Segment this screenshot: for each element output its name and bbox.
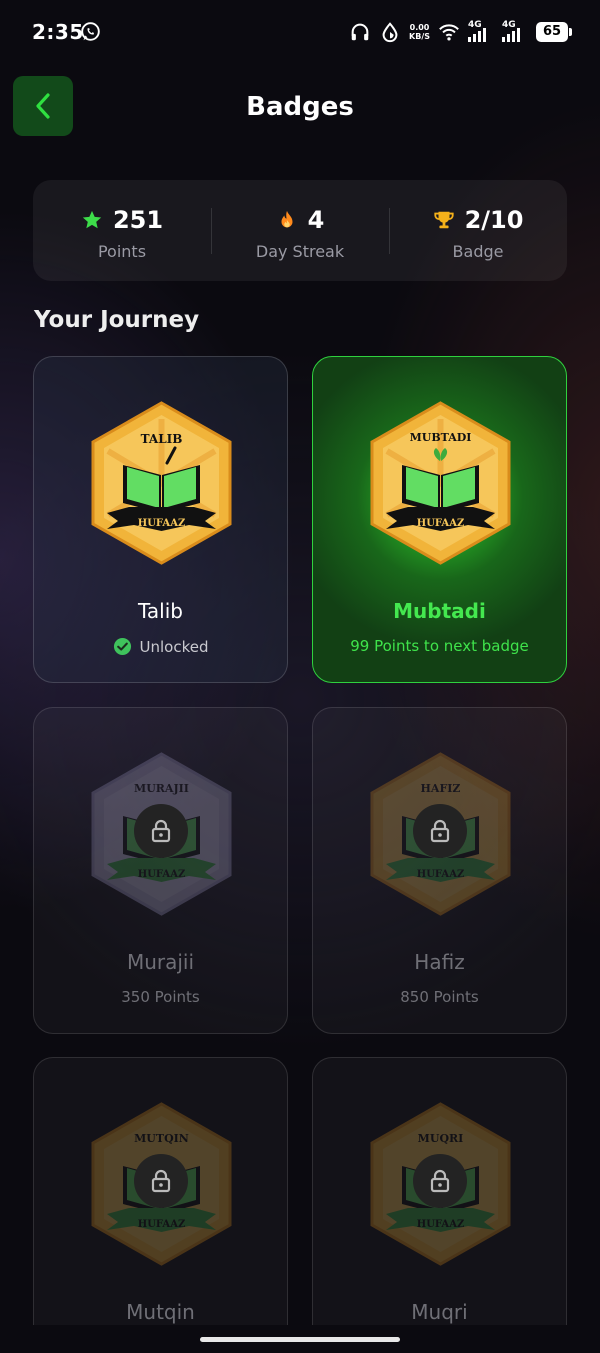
- whatsapp-icon: [81, 22, 100, 41]
- emblem-banner: HUFAAZ: [138, 1219, 186, 1230]
- badge-name-mutqin: Mutqin: [126, 1300, 195, 1324]
- page-title: Badges: [246, 92, 354, 122]
- lock-icon: [430, 819, 450, 843]
- emblem-title: MUBTADI: [410, 431, 472, 444]
- status-time: 2:35: [32, 20, 84, 44]
- net-speed-unit: KB/S: [409, 32, 430, 41]
- badge-name-murajii: Murajii: [126, 950, 195, 974]
- lock-badge: [134, 1154, 188, 1208]
- emblem-title: MUQRI: [418, 1132, 464, 1145]
- data-saver-icon: [382, 22, 398, 43]
- stat-streak-label: Day Streak: [255, 242, 345, 261]
- badge-name-hafiz: Hafiz: [414, 950, 465, 974]
- badge-emblem-talib: TALIB HUFAAZ: [91, 401, 232, 565]
- trophy-icon: [433, 211, 454, 229]
- emblem-banner: HUFAAZ: [417, 518, 465, 529]
- badge-card-muqri[interactable]: MUQRI HUFAAZ Muqri: [312, 1057, 567, 1353]
- battery-icon: 65: [536, 22, 572, 42]
- section-title: Your Journey: [34, 307, 200, 333]
- badge-card-mubtadi[interactable]: MUBTADI HUFAAZ Mubtadi 99 Points to next…: [312, 356, 567, 683]
- signal-label-2: 4G: [502, 20, 516, 30]
- badge-status-text-mubtadi: 99 Points to next badge: [350, 637, 529, 655]
- emblem-banner: HUFAAZ: [417, 1219, 465, 1230]
- badge-card-mutqin[interactable]: MUTQIN HUFAAZ Mutqin: [33, 1057, 288, 1353]
- emblem-title: MUTQIN: [134, 1132, 189, 1145]
- signal-label-1: 4G: [468, 20, 482, 30]
- stat-badges: 2/10 Badge: [389, 180, 567, 281]
- signal-icon-2: 4G: [502, 20, 528, 42]
- badge-status-text-murajii: 350 Points: [121, 988, 200, 1006]
- badge-card-hafiz[interactable]: HAFIZ HUFAAZ Hafiz 850 Points: [312, 707, 567, 1034]
- badge-name-talib: Talib: [138, 599, 183, 623]
- lock-badge: [134, 804, 188, 858]
- lock-badge: [413, 804, 467, 858]
- net-speed: 0.00 KB/S: [409, 23, 430, 41]
- emblem-banner: HUFAAZ: [138, 869, 186, 880]
- stat-badges-label: Badge: [452, 242, 504, 261]
- badge-status-mubtadi: 99 Points to next badge: [313, 637, 566, 655]
- badge-status-text-talib: Unlocked: [139, 637, 209, 656]
- stat-streak: 4 Day Streak: [211, 180, 389, 281]
- badge-status-talib: Unlocked: [34, 637, 287, 656]
- lock-icon: [430, 1169, 450, 1193]
- stats-card: 251 Points 4 Day Streak 2/10 Badge: [33, 180, 567, 281]
- wifi-icon: [439, 24, 459, 41]
- lock-badge: [413, 1154, 467, 1208]
- emblem-title: HAFIZ: [421, 782, 461, 795]
- lock-icon: [151, 819, 171, 843]
- status-icons: 0.00 KB/S 4G 4G 65: [349, 20, 572, 44]
- badge-card-murajii[interactable]: MURAJII HUFAAZ Murajii 350 Points: [33, 707, 288, 1034]
- badge-name-muqri: Muqri: [411, 1300, 468, 1324]
- stat-points-value: 251: [112, 206, 164, 234]
- emblem-title: TALIB: [141, 432, 183, 446]
- badge-status-hafiz: 850 Points: [313, 988, 566, 1006]
- lock-icon: [151, 1169, 171, 1193]
- badge-name-mubtadi: Mubtadi: [393, 599, 486, 623]
- stat-badges-value: 2/10: [464, 206, 524, 234]
- flame-icon: [281, 210, 293, 228]
- headphones-icon: [351, 23, 369, 41]
- check-circle-icon: [113, 637, 131, 656]
- emblem-banner: HUFAAZ: [417, 869, 465, 880]
- emblem-banner: HUFAAZ: [138, 518, 186, 529]
- home-indicator[interactable]: [200, 1337, 400, 1342]
- net-speed-value: 0.00: [409, 23, 430, 32]
- star-icon: [82, 210, 102, 229]
- badge-emblem-mubtadi: MUBTADI HUFAAZ: [370, 401, 511, 565]
- stat-points: 251 Points: [33, 180, 211, 281]
- status-bar: 2:35 0.00 KB/S 4G 4G 65: [0, 0, 600, 64]
- signal-icon-1: 4G: [468, 20, 494, 42]
- badge-card-talib[interactable]: TALIB HUFAAZ Talib Unlocked: [33, 356, 288, 683]
- badge-status-text-hafiz: 850 Points: [400, 988, 479, 1006]
- badge-status-murajii: 350 Points: [34, 988, 287, 1006]
- stat-points-label: Points: [97, 242, 147, 261]
- stat-streak-value: 4: [307, 206, 325, 234]
- emblem-title: MURAJII: [134, 782, 189, 795]
